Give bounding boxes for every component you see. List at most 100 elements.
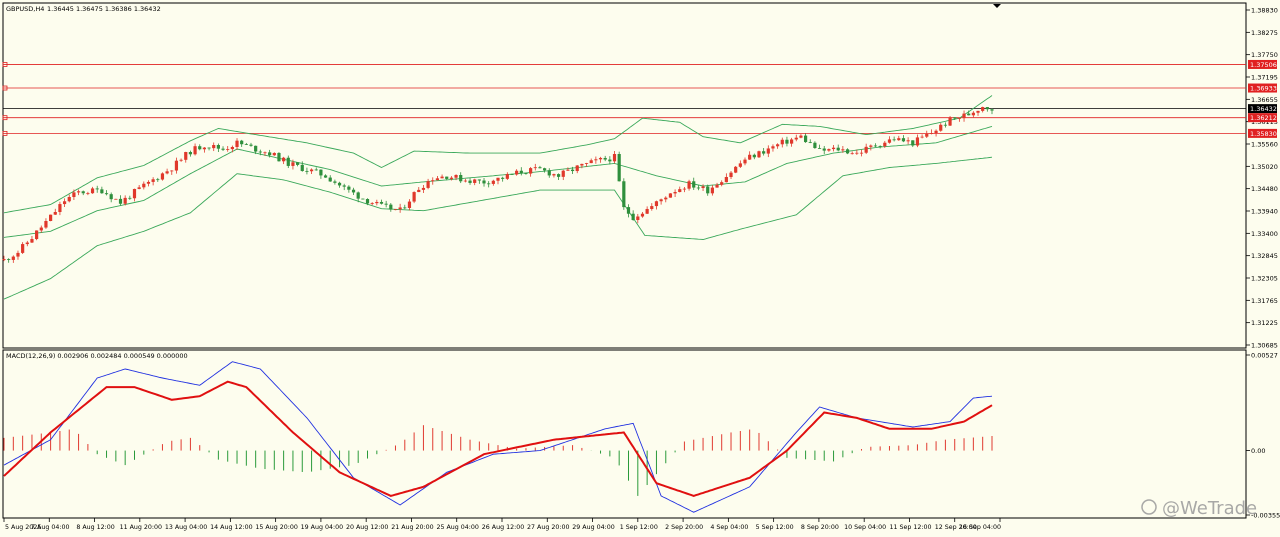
price-panel-frame [2, 2, 1247, 349]
time-tick-label: 21 Aug 20:00 [391, 524, 433, 531]
candle-bear [468, 180, 472, 183]
candle-bull [906, 140, 910, 142]
wetrade-logo-icon [1141, 499, 1157, 515]
candle-bear [692, 181, 696, 188]
candle-bull [738, 163, 742, 167]
candle-bull [841, 149, 845, 151]
candle-bear [752, 154, 756, 158]
candle-bull [412, 192, 416, 202]
candle-bull [929, 133, 934, 134]
candle-bull [729, 172, 733, 178]
time-tick-label: 11 Sep 12:00 [889, 524, 931, 531]
candle-bear [389, 204, 393, 210]
candle-bear [556, 174, 561, 177]
candle-bear [207, 147, 211, 149]
candle-bear [626, 207, 631, 214]
time-tick-label: 8 Sep 20:00 [801, 524, 839, 531]
candle-bear [240, 140, 244, 145]
candle-bear [268, 152, 272, 156]
price-badge-label: 1.36212 [1250, 114, 1277, 122]
candle-bull [449, 177, 453, 179]
macd-indicator [3, 361, 993, 513]
horizontal-levels[interactable] [2, 62, 1246, 136]
candle-bull [515, 170, 519, 175]
candle-bull [883, 142, 887, 147]
candle-bull [794, 137, 798, 140]
candle-bull [226, 149, 230, 150]
candle-bear [519, 170, 523, 174]
price-tick-label: 1.37750 [1251, 51, 1278, 59]
candle-bull [505, 174, 509, 179]
candle-bull [165, 171, 169, 174]
candle-bull [114, 198, 118, 200]
candle-bear [803, 135, 808, 143]
candle-bull [757, 151, 761, 158]
ohlc-header: 1.36445 1.36475 1.36386 1.36432 [47, 5, 161, 13]
candle-bull [939, 124, 943, 131]
candle-bull [710, 187, 714, 194]
candle-bull [799, 135, 803, 138]
macd-header: MACD(12,26,9) 0.002906 0.002484 0.000549… [6, 352, 188, 360]
candle-bear [109, 194, 113, 200]
candle-bull [417, 189, 421, 193]
candle-bull [589, 160, 593, 164]
candle-bear [305, 170, 309, 172]
candle-bull [948, 117, 952, 126]
candle-bear [128, 197, 132, 199]
candle-bull [53, 212, 57, 215]
candle-bear [817, 148, 822, 149]
candle-bull [645, 208, 649, 214]
candle-bull [859, 152, 864, 154]
trading-chart[interactable]: 1.388301.382751.377501.371951.366551.361… [0, 0, 1280, 537]
candle-bear [100, 189, 104, 194]
candle-bear [967, 113, 971, 116]
candle-bear [337, 182, 342, 186]
candle-bull [748, 154, 752, 160]
price-tick-label: 1.31225 [1251, 319, 1278, 327]
candle-bear [118, 198, 123, 204]
candle-bull [720, 182, 724, 185]
candle-bull [766, 148, 770, 154]
candle-bear [445, 176, 449, 179]
candle-bull [25, 242, 29, 245]
candle-bull [86, 193, 90, 195]
time-tick-label: 26 Aug 12:00 [482, 524, 524, 531]
time-tick-label: 19 Aug 04:00 [301, 524, 343, 531]
candle-bull [575, 165, 579, 172]
candle-bear [81, 191, 85, 194]
candle-bear [785, 139, 789, 144]
candle-bear [501, 177, 505, 179]
time-tick-label: 5 Sep 12:00 [756, 524, 794, 531]
price-tick-label: 1.34480 [1251, 185, 1278, 193]
symbol-header: GBPUSD,H4 [6, 5, 44, 13]
candle-bull [776, 144, 780, 147]
candle-bull [855, 152, 859, 154]
candle-bull [887, 139, 892, 143]
candle-bear [603, 157, 607, 160]
candle-bull [640, 213, 645, 217]
price-badge-label: 1.37506 [1250, 61, 1277, 69]
candle-bull [151, 179, 155, 182]
candle-bull [44, 221, 48, 228]
candle-bull [160, 173, 165, 180]
time-tick-label: 14 Aug 12:00 [210, 524, 252, 531]
candle-bear [990, 109, 994, 111]
candle-bull [687, 181, 691, 189]
candle-bear [477, 179, 481, 181]
candle-bull [21, 244, 25, 253]
shift-marker-icon[interactable] [993, 4, 1001, 8]
candle-bull [664, 197, 668, 200]
macd-axis: 0.005270.00-0.003553 [1246, 352, 1280, 520]
candle-bear [813, 142, 817, 149]
candle-bull [431, 180, 435, 182]
candle-bear [570, 169, 575, 172]
bollinger-bands [3, 95, 993, 300]
candle-bull [668, 193, 673, 198]
candle-bull [421, 187, 426, 190]
candle-bear [543, 168, 547, 171]
time-tick-label: 1 Sep 12:00 [620, 524, 658, 531]
candle-bull [654, 201, 659, 207]
price-tick-label: 1.38830 [1251, 7, 1278, 15]
time-tick-label: 7 Aug 04:00 [31, 524, 69, 531]
time-tick-label: 25 Aug 04:00 [436, 524, 478, 531]
